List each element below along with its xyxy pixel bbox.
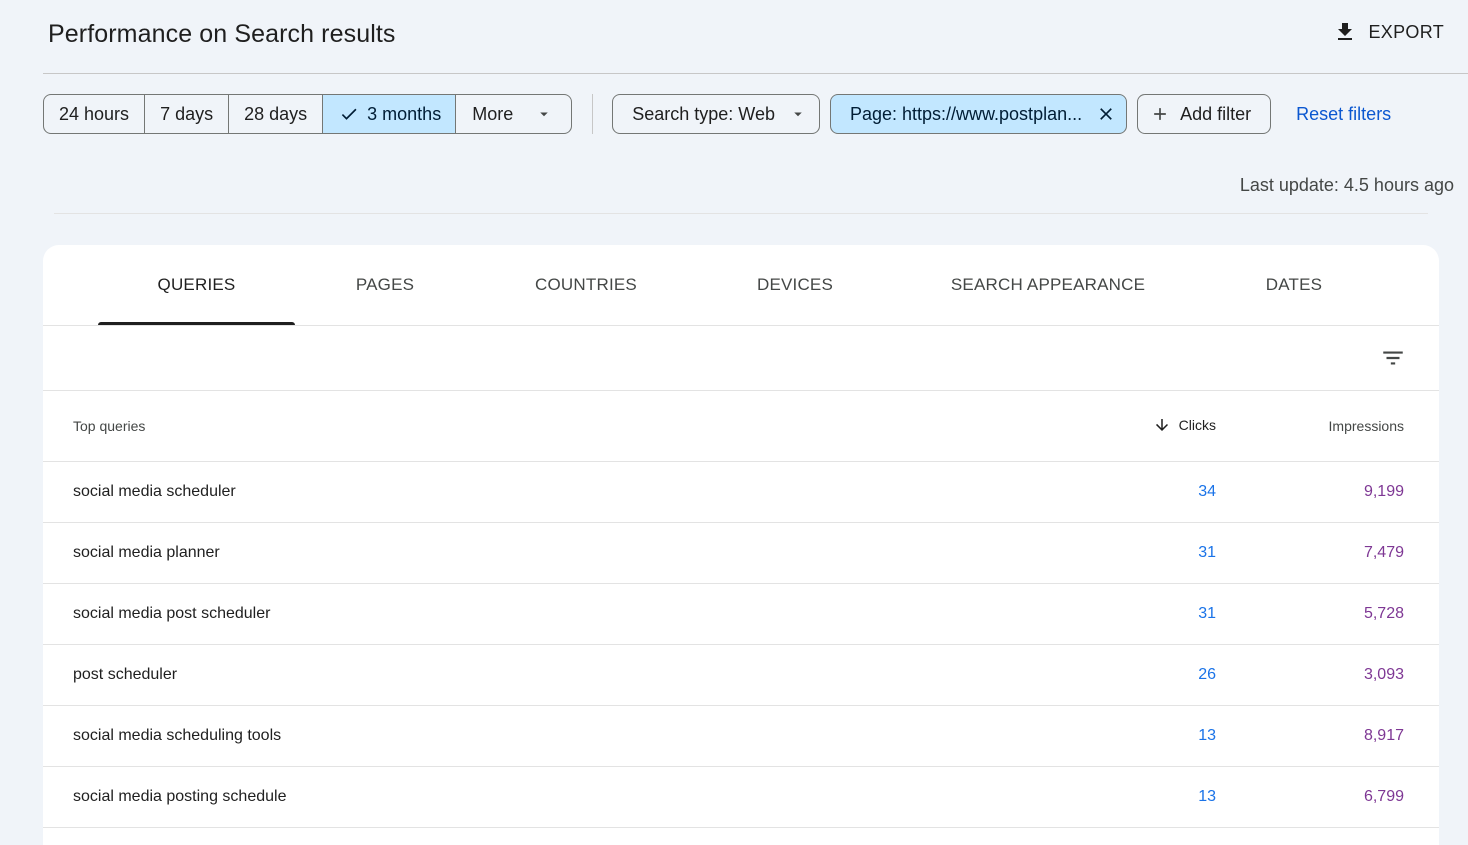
tab-countries[interactable]: COUNTRIES xyxy=(475,245,697,325)
filter-rows-button[interactable] xyxy=(1377,342,1409,374)
impressions-cell: 3,093 xyxy=(1216,644,1439,706)
query-cell: social media scheduler xyxy=(43,461,1016,523)
section-divider xyxy=(54,213,1428,214)
table-row[interactable]: social media planner 31 7,479 xyxy=(43,522,1439,584)
report-card: QUERIES PAGES COUNTRIES DEVICES SEARCH A… xyxy=(43,245,1439,845)
tab-queries[interactable]: QUERIES xyxy=(98,245,295,325)
date-option-label: 28 days xyxy=(244,103,308,124)
reset-filters-link[interactable]: Reset filters xyxy=(1296,104,1391,125)
clicks-cell: 13 xyxy=(1016,705,1216,767)
date-option-7-days[interactable]: 7 days xyxy=(145,95,230,133)
table-row[interactable]: social media scheduling tools 13 8,917 xyxy=(43,705,1439,767)
date-option-label: 3 months xyxy=(367,103,442,124)
export-label: EXPORT xyxy=(1368,21,1444,42)
search-type-label: Search type: Web xyxy=(632,103,775,124)
date-option-label: 24 hours xyxy=(59,103,130,124)
more-label: More xyxy=(472,103,514,124)
impressions-cell: 9,199 xyxy=(1216,461,1439,523)
page-title: Performance on Search results xyxy=(48,20,396,48)
tab-devices[interactable]: DEVICES xyxy=(697,245,893,325)
page-filter-label: Page: https://www.postplan... xyxy=(849,103,1083,124)
dropdown-arrow-icon xyxy=(794,112,802,117)
filter-bar: 24 hours 7 days 28 days 3 months More Se… xyxy=(43,94,1391,134)
dropdown-arrow-icon xyxy=(540,112,548,117)
clicks-header-label: Clicks xyxy=(1178,416,1216,433)
page-filter-chip[interactable]: Page: https://www.postplan... xyxy=(829,94,1128,134)
sort-down-arrow-icon xyxy=(1155,418,1168,431)
queries-table: Top queries Clicks Impressions social me… xyxy=(43,391,1439,828)
add-filter-button[interactable]: Add filter xyxy=(1137,94,1272,134)
add-filter-label: Add filter xyxy=(1180,103,1252,124)
table-row[interactable]: social media post scheduler 31 5,728 xyxy=(43,583,1439,645)
date-option-3-months[interactable]: 3 months xyxy=(323,95,457,133)
query-cell: social media planner xyxy=(43,522,1016,584)
clicks-cell: 34 xyxy=(1016,461,1216,523)
table-row[interactable]: social media posting schedule 13 6,799 xyxy=(43,766,1439,828)
download-icon xyxy=(1337,23,1352,40)
date-option-label: 7 days xyxy=(160,103,214,124)
column-header-impressions[interactable]: Impressions xyxy=(1216,391,1439,462)
impressions-cell: 5,728 xyxy=(1216,583,1439,645)
tab-search-appearance[interactable]: SEARCH APPEARANCE xyxy=(893,245,1203,325)
date-option-28-days[interactable]: 28 days xyxy=(229,95,324,133)
clicks-cell: 31 xyxy=(1016,583,1216,645)
last-update-text: Last update: 4.5 hours ago xyxy=(1239,175,1454,195)
date-option-24-hours[interactable]: 24 hours xyxy=(44,95,146,133)
table-header-row: Top queries Clicks Impressions xyxy=(43,391,1439,462)
check-icon xyxy=(341,108,357,120)
date-range-selector: 24 hours 7 days 28 days 3 months More xyxy=(43,94,573,134)
header-divider xyxy=(43,73,1468,74)
impressions-cell: 8,917 xyxy=(1216,705,1439,767)
dimension-tabs: QUERIES PAGES COUNTRIES DEVICES SEARCH A… xyxy=(43,245,1439,326)
query-cell: social media posting schedule xyxy=(43,766,1016,828)
impressions-cell: 7,479 xyxy=(1216,522,1439,584)
table-row[interactable]: post scheduler 26 3,093 xyxy=(43,644,1439,706)
active-tab-indicator xyxy=(98,322,295,325)
search-type-dropdown[interactable]: Search type: Web xyxy=(612,94,820,134)
clicks-cell: 13 xyxy=(1016,766,1216,828)
close-icon[interactable] xyxy=(1096,104,1116,124)
plus-icon xyxy=(1154,108,1166,120)
filter-divider xyxy=(592,94,594,134)
export-button[interactable]: EXPORT xyxy=(1333,20,1445,44)
column-header-query[interactable]: Top queries xyxy=(43,391,1016,462)
query-cell: post scheduler xyxy=(43,644,1016,706)
query-cell: social media post scheduler xyxy=(43,583,1016,645)
date-more-dropdown[interactable]: More xyxy=(456,95,571,133)
clicks-cell: 26 xyxy=(1016,644,1216,706)
sort-control[interactable]: Clicks xyxy=(1153,416,1216,434)
query-cell: social media scheduling tools xyxy=(43,705,1016,767)
clicks-cell: 31 xyxy=(1016,522,1216,584)
column-header-clicks[interactable]: Clicks xyxy=(1016,391,1216,462)
tab-dates[interactable]: DATES xyxy=(1203,245,1385,325)
filter-list-icon xyxy=(1383,351,1403,365)
table-toolbar xyxy=(43,326,1439,391)
tab-pages[interactable]: PAGES xyxy=(295,245,475,325)
impressions-cell: 6,799 xyxy=(1216,766,1439,828)
table-row[interactable]: social media scheduler 34 9,199 xyxy=(43,461,1439,523)
